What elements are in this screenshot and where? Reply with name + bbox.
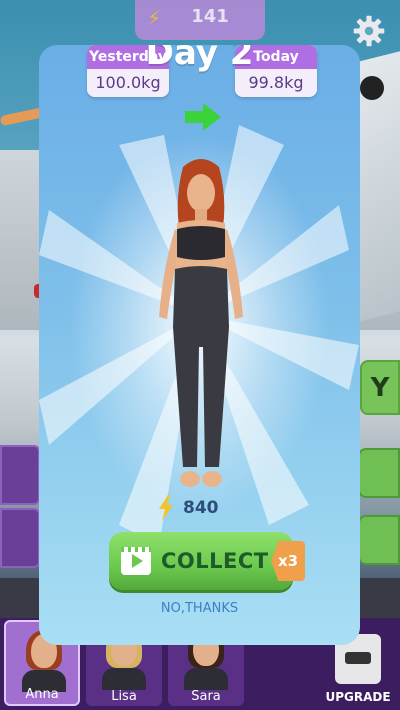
exercise-button-1[interactable] (0, 445, 40, 505)
upgrade-label: UPGRADE (325, 690, 391, 704)
energy-total: 141 (191, 6, 229, 27)
today-value: 99.8kg (235, 69, 317, 97)
character-name: Anna (25, 687, 59, 702)
energy-reward-amount: 840 (183, 498, 219, 518)
gear-icon[interactable] (352, 14, 386, 48)
lightning-bolt-icon (159, 495, 173, 521)
lightning-bolt-icon: ⚡ (147, 6, 162, 30)
right-action-button[interactable]: Y (360, 360, 400, 415)
character-name: Lisa (111, 689, 137, 704)
character-avatar (159, 159, 243, 487)
character-body (102, 668, 146, 690)
character-name: Sara (191, 689, 221, 704)
day-title: Day 2 (145, 45, 254, 73)
collect-button[interactable]: COLLECT (109, 532, 293, 590)
dumbbell-weight (360, 76, 384, 100)
exercise-button-2[interactable] (0, 508, 40, 568)
right-upgrade-button-2[interactable] (358, 515, 400, 565)
right-action-label: Y (370, 373, 390, 403)
no-thanks-link[interactable]: NO,THANKS (39, 601, 360, 616)
energy-reward: 840 (157, 495, 219, 521)
video-ad-icon (121, 547, 151, 575)
character-body (184, 668, 228, 690)
collect-label: COLLECT (161, 549, 269, 573)
arrow-right-icon (185, 103, 221, 131)
right-upgrade-button-1[interactable] (358, 448, 400, 498)
yesterday-value: 100.0kg (87, 69, 169, 97)
day-progress-modal: Yesterday 100.0kg Today 99.8kg 840 COLLE… (39, 45, 360, 645)
